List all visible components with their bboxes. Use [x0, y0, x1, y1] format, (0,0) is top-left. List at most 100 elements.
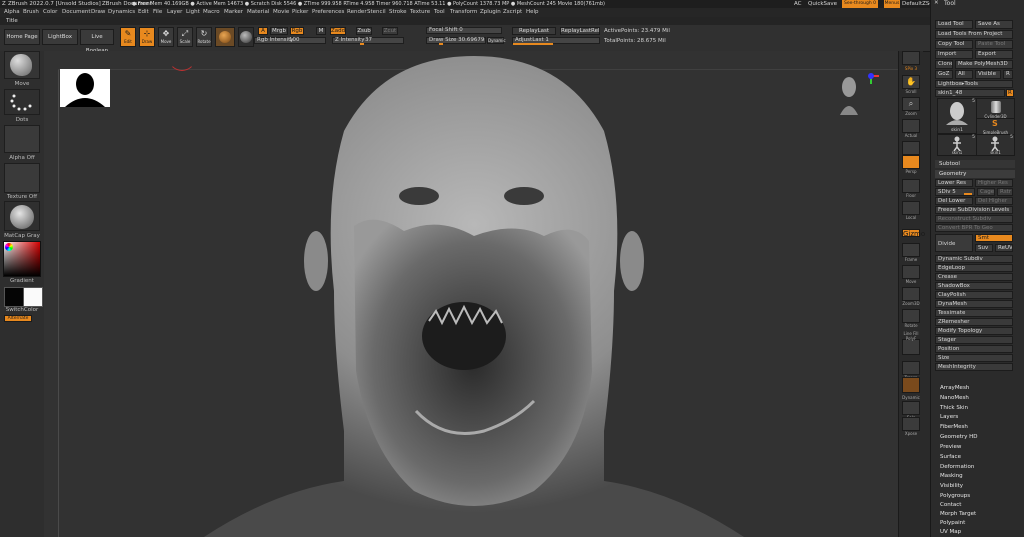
menu-material[interactable]: Material: [247, 8, 269, 17]
del-lower-button[interactable]: Del Lower: [935, 197, 973, 205]
menu-edit[interactable]: Edit: [138, 8, 149, 17]
menu-color[interactable]: Color: [43, 8, 57, 17]
shadowbox-item[interactable]: ShadowBox: [935, 282, 1013, 290]
polygroups-section[interactable]: Polygroups: [940, 493, 970, 499]
reuv-toggle[interactable]: ReUV: [995, 244, 1013, 252]
export-button[interactable]: Export: [975, 50, 1013, 59]
menu-brush[interactable]: Brush: [23, 8, 39, 17]
import-button[interactable]: Import: [935, 50, 973, 59]
zadd-toggle[interactable]: Zadd: [330, 27, 346, 35]
alpha-selector[interactable]: [4, 125, 40, 153]
rstr-button[interactable]: Rstr: [997, 188, 1013, 196]
deformation-section[interactable]: Deformation: [940, 464, 974, 470]
focal-shift-slider[interactable]: Focal Shift 0: [426, 27, 502, 34]
sdiv-slider[interactable]: SDiv 5: [935, 188, 975, 196]
goz-all-button[interactable]: All: [955, 70, 973, 79]
material-swatch-button[interactable]: [215, 27, 235, 47]
goz-r-button[interactable]: R: [1003, 70, 1013, 79]
tool-thumb-skin1[interactable]: skin1 5: [937, 98, 977, 134]
menu-movie[interactable]: Movie: [273, 8, 289, 17]
adjust-last-slider[interactable]: AdjustLast 1: [512, 37, 600, 45]
spix-button[interactable]: [902, 51, 920, 65]
menu-preferences[interactable]: Preferences: [312, 8, 344, 17]
texture-selector[interactable]: [4, 163, 40, 193]
edgeloop-item[interactable]: EdgeLoop: [935, 264, 1013, 272]
dynamic-toggle[interactable]: Dynamic: [487, 37, 506, 44]
modify-topology-item[interactable]: Modify Topology: [935, 327, 1013, 335]
geometry-hd-section[interactable]: Geometry HD: [940, 434, 978, 440]
zsub-toggle[interactable]: Zsub: [356, 27, 372, 35]
z-intensity-slider[interactable]: Z Intensity 37: [332, 37, 404, 45]
zremesher-item[interactable]: ZRemesher: [935, 318, 1013, 326]
convert-bpr-button[interactable]: Convert BPR To Geo: [935, 224, 1013, 232]
menu-alpha[interactable]: Alpha: [4, 8, 20, 17]
layers-section[interactable]: Layers: [940, 414, 958, 420]
m-toggle[interactable]: M: [316, 27, 326, 35]
surface-section[interactable]: Surface: [940, 454, 961, 460]
lightbox-tools-button[interactable]: Lightbox▸Tools: [935, 80, 1013, 88]
lower-res-button[interactable]: Lower Res: [935, 179, 973, 187]
menu-picker[interactable]: Picker: [292, 8, 308, 17]
move-mode-button[interactable]: ✥ Move: [158, 27, 174, 47]
secondary-color-swatch[interactable]: [23, 287, 43, 307]
rotate-view-button[interactable]: [902, 309, 920, 323]
dynamic-subdiv-item[interactable]: Dynamic Subdiv: [935, 255, 1013, 263]
menu-zscript[interactable]: Zscript: [503, 8, 522, 17]
brush-selector[interactable]: [4, 51, 40, 79]
color-picker[interactable]: [3, 241, 41, 277]
xpose-button[interactable]: [902, 417, 920, 431]
polypaint-section[interactable]: Polypaint: [940, 520, 965, 526]
menus-toggle[interactable]: Menus: [884, 0, 900, 8]
home-page-button[interactable]: Home Page: [4, 29, 40, 45]
uv-map-section[interactable]: UV Map: [940, 529, 961, 535]
alternate-button[interactable]: Alternate: [4, 315, 32, 322]
scale-mode-button[interactable]: ⤢ Scale: [177, 27, 193, 47]
zoom3d-button[interactable]: [902, 287, 920, 301]
ac-button[interactable]: AC: [794, 0, 802, 8]
tool-thumb-skin1-c[interactable]: skin1 5: [976, 134, 1015, 156]
load-tool-button[interactable]: Load Tool: [935, 20, 973, 29]
tessimate-item[interactable]: Tessimate: [935, 309, 1013, 317]
stager-item[interactable]: Stager: [935, 336, 1013, 344]
a-toggle[interactable]: A: [258, 27, 268, 35]
goz-visible-button[interactable]: Visible: [975, 70, 1001, 79]
position-item[interactable]: Position: [935, 345, 1013, 353]
menu-stencil[interactable]: Stencil: [367, 8, 386, 17]
arraymesh-section[interactable]: ArrayMesh: [940, 385, 969, 391]
save-as-button[interactable]: Save As: [975, 20, 1013, 29]
menu-document[interactable]: Document: [62, 8, 91, 17]
subtool-section-header[interactable]: Subtool: [935, 160, 1015, 168]
solo-button[interactable]: [902, 401, 920, 415]
menu-marker[interactable]: Marker: [224, 8, 243, 17]
hue-ring[interactable]: [5, 243, 13, 251]
stroke-selector[interactable]: [4, 89, 40, 115]
rgb-intensity-slider[interactable]: Rgb Intensity 100: [254, 37, 326, 44]
edit-mode-button[interactable]: ✎ Edit: [120, 27, 136, 47]
menu-texture[interactable]: Texture: [410, 8, 430, 17]
menu-dynamics[interactable]: Dynamics: [108, 8, 135, 17]
menu-macro[interactable]: Macro: [203, 8, 220, 17]
color-sphere-button[interactable]: [238, 27, 254, 47]
actual-button[interactable]: [902, 119, 920, 133]
reconstruct-subdiv-button[interactable]: Reconstruct Subdiv: [935, 215, 1013, 223]
smt-toggle[interactable]: Smt: [975, 234, 1013, 242]
suv-toggle[interactable]: Suv: [975, 244, 993, 252]
menu-tool[interactable]: Tool: [434, 8, 445, 17]
nanomesh-section[interactable]: NanoMesh: [940, 395, 969, 401]
replay-last-rel-button[interactable]: ReplayLastRel: [560, 27, 600, 35]
rotate-mode-button[interactable]: ↻ Rotate: [196, 27, 212, 47]
preview-section[interactable]: Preview: [940, 444, 961, 450]
zcut-toggle[interactable]: Zcut: [382, 27, 398, 35]
load-tools-from-project-button[interactable]: Load Tools From Project: [935, 30, 1013, 39]
geometry-section-header[interactable]: Geometry: [935, 170, 1015, 178]
menu-file[interactable]: File: [153, 8, 162, 17]
meshintegrity-item[interactable]: MeshIntegrity: [935, 363, 1013, 371]
dynamic-solo-button[interactable]: [902, 377, 920, 393]
replay-last-button[interactable]: ReplayLast: [512, 27, 556, 35]
move-view-button[interactable]: [902, 265, 920, 279]
morph-target-section[interactable]: Morph Target: [940, 511, 976, 517]
tool-thumb-skin1-b[interactable]: skin1 5: [937, 134, 977, 156]
quicksave-button[interactable]: QuickSave: [808, 0, 837, 8]
rgb-toggle[interactable]: Rgb: [290, 27, 304, 35]
scroll-button[interactable]: ✋: [902, 75, 920, 89]
